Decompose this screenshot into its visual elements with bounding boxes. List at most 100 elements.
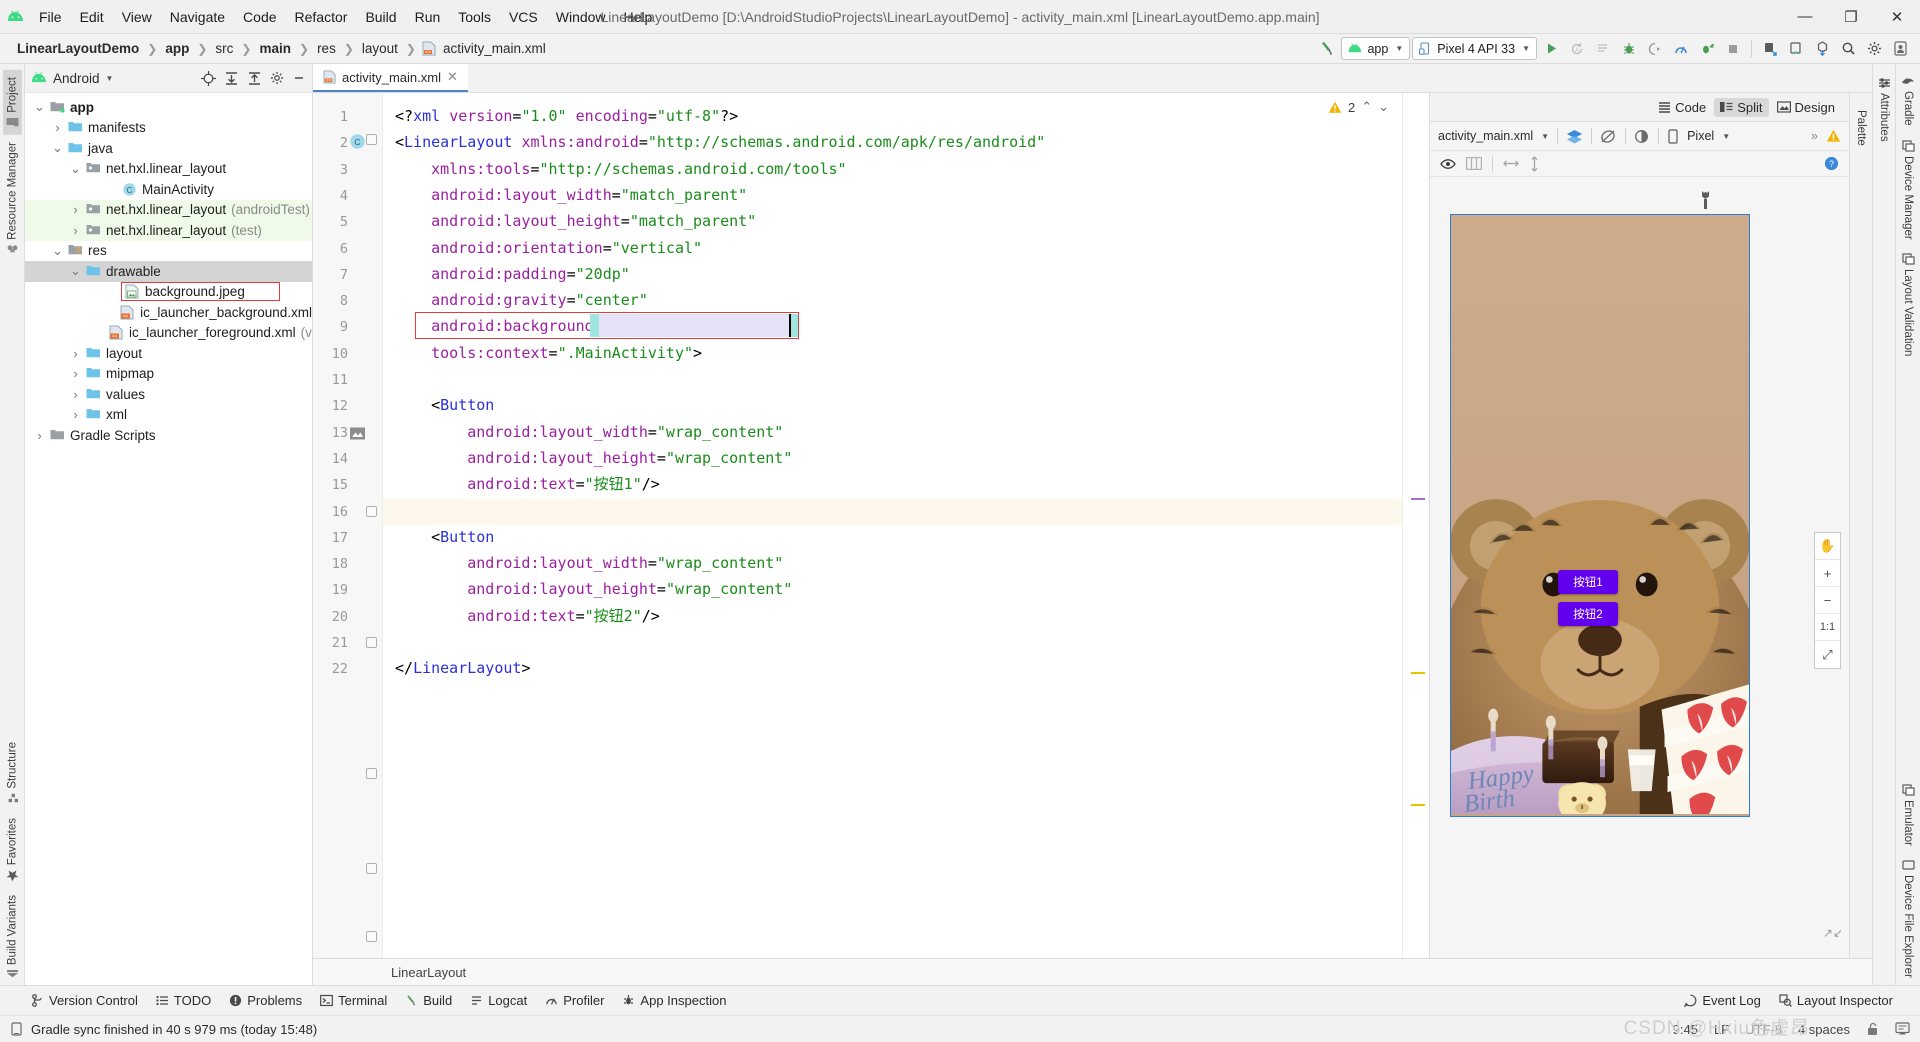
inspection-widget[interactable]: 2 ⌃ ⌄ — [1328, 99, 1389, 115]
code-line[interactable]: </LinearLayout> — [395, 661, 530, 676]
blueprint-columns-icon[interactable] — [1466, 157, 1482, 170]
breadcrumb-src[interactable]: src — [212, 40, 236, 57]
line-separator[interactable]: LF — [1714, 1022, 1729, 1037]
vertical-resize-icon[interactable] — [1529, 155, 1540, 172]
eye-icon[interactable] — [1440, 158, 1456, 170]
search-icon[interactable] — [1836, 37, 1860, 61]
sdk-manager-icon[interactable] — [1784, 37, 1808, 61]
sidebar-item-structure[interactable]: Structure — [3, 735, 22, 811]
caret-position[interactable]: 9:45 — [1673, 1022, 1698, 1037]
tab-split-view[interactable]: Split — [1714, 97, 1769, 117]
code-line[interactable]: android:text="按钮2"/> — [395, 608, 660, 624]
design-toolbar[interactable]: activity_main.xml ▼ Pixel ▼ » — [1430, 122, 1849, 151]
breadcrumb-app[interactable]: app — [162, 40, 192, 57]
tab-code-view[interactable]: Code — [1652, 98, 1712, 117]
chevron-down-icon[interactable]: ▼ — [1722, 132, 1730, 141]
theme-icon[interactable] — [1634, 129, 1650, 144]
tool-button-terminal[interactable]: Terminal — [311, 990, 396, 1011]
chevron-down-icon[interactable]: ▼ — [1541, 132, 1549, 141]
tab-design-view[interactable]: Design — [1771, 98, 1841, 117]
menu-item-tools[interactable]: Tools — [449, 5, 500, 29]
tool-window-bar-right[interactable]: Event Log Layout Inspector — [1675, 990, 1920, 1011]
code-line[interactable]: android:layout_height="wrap_content" — [395, 450, 792, 466]
code-line[interactable]: <LinearLayout xmlns:android="http://sche… — [395, 135, 1045, 150]
tree-node-xml[interactable]: › xml — [25, 405, 312, 426]
indent-setting[interactable]: 4 spaces — [1798, 1022, 1850, 1037]
account-icon[interactable] — [1888, 37, 1912, 61]
window-controls[interactable]: — ❐ ✕ — [1782, 0, 1920, 33]
sidebar-item-gradle[interactable]: Gradle — [1898, 70, 1918, 133]
wrench-icon[interactable] — [1698, 191, 1713, 210]
code-fold-icon[interactable] — [366, 506, 377, 517]
preview-button-1[interactable]: 按钮1 — [1558, 570, 1618, 594]
tool-button-todo[interactable]: TODO — [147, 990, 220, 1011]
chevron-down-icon[interactable]: ⌄ — [51, 141, 64, 154]
code-editor[interactable]: <?xml version="1.0" encoding="utf-8"?> <L… — [383, 93, 1429, 958]
settings-gear-icon[interactable] — [270, 71, 284, 85]
tree-node-net-hxl-linear-layout[interactable]: › net.hxl.linear_layout (test) — [25, 220, 312, 241]
collapse-all-icon[interactable] — [247, 71, 262, 86]
menu-item-window[interactable]: Window — [547, 5, 615, 29]
chevron-down-icon[interactable]: ⌄ — [69, 162, 82, 175]
sidebar-item-resource-manager[interactable]: Resource Manager — [3, 135, 22, 262]
project-view-selector[interactable]: Android — [53, 71, 100, 86]
chevron-down-icon[interactable]: ▼ — [106, 74, 114, 83]
tab-palette[interactable]: Palette — [1852, 99, 1870, 153]
chevron-right-icon[interactable]: › — [69, 366, 82, 381]
expand-all-icon[interactable] — [224, 71, 239, 86]
sidebar-item-layout-validation[interactable]: Layout Validation — [1899, 246, 1918, 363]
zoom-fit-icon[interactable]: ⤢ — [1815, 641, 1840, 668]
project-tree[interactable]: ⌄ app › manifests ⌄ java ⌄ net.hxl.linear_layou… — [25, 93, 312, 450]
tool-button-profiler[interactable]: Profiler — [536, 990, 613, 1011]
image-preview-gutter-icon[interactable] — [349, 425, 366, 442]
design-device-selector[interactable]: Pixel — [1687, 129, 1714, 143]
tree-node-values[interactable]: › values — [25, 384, 312, 405]
tool-button-build[interactable]: Build — [396, 990, 461, 1011]
chevron-down-icon[interactable]: ⌄ — [69, 264, 82, 277]
tree-node-mipmap[interactable]: › mipmap — [25, 364, 312, 385]
tree-node-manifests[interactable]: › manifests — [25, 118, 312, 139]
apply-code-changes-icon[interactable] — [1591, 37, 1615, 61]
zoom-controls[interactable]: ✋ + − 1:1 ⤢ — [1814, 532, 1841, 669]
gradle-sync-icon[interactable] — [1810, 37, 1834, 61]
editor-tab-activity-main[interactable]: <> activity_main.xml ✕ — [313, 64, 468, 92]
tree-node-app[interactable]: ⌄ app — [25, 97, 312, 118]
menu-bar[interactable]: File Edit View Navigate Code Refactor Bu… — [30, 5, 661, 29]
tool-button-layout-inspector[interactable]: Layout Inspector — [1770, 990, 1902, 1011]
next-problem-button[interactable]: ⌄ — [1378, 99, 1389, 115]
close-button[interactable]: ✕ — [1874, 0, 1920, 33]
view-mode-bar[interactable]: Code Split Design — [1430, 93, 1849, 122]
code-fold-icon[interactable] — [366, 134, 377, 145]
code-line[interactable]: xmlns:tools="http://schemas.android.com/… — [395, 161, 846, 177]
menu-item-build[interactable]: Build — [356, 5, 405, 29]
chevron-right-icon[interactable]: › — [69, 407, 82, 422]
code-line[interactable]: android:padding="20dp" — [395, 266, 630, 282]
code-fold-icon[interactable] — [366, 931, 377, 942]
tool-button-logcat[interactable]: Logcat — [461, 990, 536, 1011]
class-marker-icon[interactable]: C — [349, 133, 366, 150]
code-fold-icon[interactable] — [366, 768, 377, 779]
build-hammer-icon[interactable] — [1315, 37, 1339, 61]
prev-problem-button[interactable]: ⌃ — [1361, 99, 1372, 115]
tree-node-ic-launcher-background-xml[interactable]: <> ic_launcher_background.xml — [25, 302, 312, 323]
run-coverage-icon[interactable] — [1695, 37, 1719, 61]
chevron-right-icon[interactable]: › — [69, 202, 82, 217]
tool-button-event-log[interactable]: Event Log — [1675, 990, 1770, 1011]
apply-changes-icon[interactable]: A — [1565, 37, 1589, 61]
menu-item-refactor[interactable]: Refactor — [286, 5, 357, 29]
orientation-icon[interactable] — [1600, 129, 1617, 144]
overflow-icon[interactable]: » — [1811, 129, 1818, 143]
code-fold-icon[interactable] — [366, 863, 377, 874]
menu-item-help[interactable]: Help — [615, 5, 662, 29]
maximize-button[interactable]: ❐ — [1828, 0, 1874, 33]
editor-marker-gutter[interactable] — [1402, 93, 1429, 958]
menu-item-run[interactable]: Run — [406, 5, 450, 29]
tree-node-net-hxl-linear-layout[interactable]: ⌄ net.hxl.linear_layout — [25, 159, 312, 180]
device-preview[interactable]: Happy Birth 按钮1 按钮2 — [1450, 214, 1750, 817]
tree-node-drawable[interactable]: ⌄ drawable — [25, 261, 312, 282]
tree-node-res[interactable]: ⌄ res — [25, 241, 312, 262]
minimize-button[interactable]: — — [1782, 0, 1828, 33]
tool-button-problems[interactable]: Problems — [220, 990, 311, 1011]
breadcrumb-project[interactable]: LinearLayoutDemo — [14, 40, 142, 57]
inspection-icon[interactable] — [1895, 1022, 1910, 1036]
